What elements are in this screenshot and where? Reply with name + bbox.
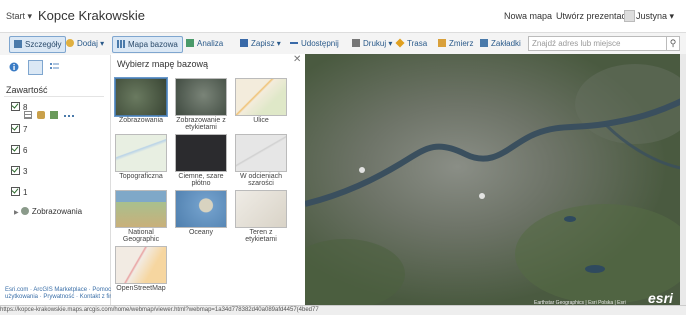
start-menu[interactable]: Start ▾ — [6, 11, 32, 22]
satellite-imagery — [305, 54, 686, 305]
user-menu[interactable]: Justyna ▾ — [636, 11, 674, 22]
footer-link[interactable]: użytkowania — [5, 294, 38, 300]
footer-link[interactable]: ArcGIS Marketplace — [33, 287, 87, 293]
basemap-thumbnail — [115, 78, 167, 116]
basemap-button[interactable]: Mapa bazowa — [112, 36, 183, 53]
basemap-thumbnail — [235, 78, 287, 116]
contents-tab-icon[interactable] — [28, 60, 43, 75]
vertical-scrollbar[interactable] — [680, 54, 686, 305]
bookmarks-icon — [480, 39, 488, 47]
details-icon — [14, 40, 22, 48]
basemap-option-topographic[interactable]: Topograficzna — [115, 134, 167, 180]
filter-icon[interactable] — [50, 111, 59, 119]
share-button[interactable]: Udostępnij — [286, 36, 343, 51]
basemap-thumbnail — [115, 190, 167, 228]
basemap-label: Ciemne, szare płótno — [178, 173, 224, 187]
footer-link[interactable]: Prywatność — [43, 294, 74, 300]
layer-checkbox[interactable] — [11, 187, 20, 196]
bookmarks-button[interactable]: Zakładki — [476, 36, 525, 51]
layer-checkbox[interactable] — [11, 124, 20, 133]
user-avatar-icon — [624, 10, 635, 22]
basemap-thumbnail — [115, 246, 167, 284]
map-title: Kopce Krakowskie — [38, 8, 145, 23]
search-icon[interactable]: ⚲ — [666, 36, 680, 51]
footer-link[interactable]: Esri.com — [5, 287, 28, 293]
measure-icon — [438, 39, 446, 47]
basemap-option-imagery-labels[interactable]: Zobrazowanie z etykietami — [175, 78, 227, 131]
basemap-label: National Geographic — [122, 229, 160, 243]
basemap-layer-icon — [20, 207, 29, 215]
basemap-label: Zobrazowania — [119, 117, 163, 124]
save-button[interactable]: Zapisz ▾ — [236, 36, 285, 51]
basemap-option-streets[interactable]: Ulice — [235, 78, 287, 124]
table-icon[interactable] — [24, 111, 32, 119]
basemap-label: Teren z etykietami — [245, 229, 277, 243]
add-icon — [66, 39, 74, 47]
layer-item[interactable]: 7 — [11, 124, 27, 134]
basemap-option-dark-gray[interactable]: Ciemne, szare płótno — [175, 134, 227, 187]
layer-checkbox[interactable] — [11, 145, 20, 154]
layer-tools — [24, 111, 77, 120]
basemap-label: W odcieniach szarości — [239, 173, 283, 187]
basemap-label: Topograficzna — [119, 173, 163, 180]
add-button[interactable]: Dodaj ▾ — [62, 36, 108, 51]
directions-button[interactable]: Trasa — [392, 36, 431, 51]
basemap-option-terrain-labels[interactable]: Teren z etykietami — [235, 190, 287, 243]
basemap-label: Ulice — [253, 117, 269, 124]
print-button[interactable]: Drukuj ▾ — [348, 36, 396, 51]
more-options-icon[interactable] — [63, 115, 74, 119]
basemap-thumbnail — [175, 190, 227, 228]
basemap-thumbnail — [175, 78, 227, 116]
layer-checkbox[interactable] — [11, 102, 20, 111]
analysis-button[interactable]: Analiza — [182, 36, 227, 51]
layer-item[interactable]: 1 — [11, 187, 27, 197]
basemap-label: Zobrazowanie z etykietami — [176, 117, 226, 131]
save-icon — [240, 39, 248, 47]
basemap-option-openstreetmap[interactable]: OpenStreetMap — [115, 246, 167, 292]
about-icon[interactable] — [9, 62, 19, 72]
basemap-option-oceans[interactable]: Oceany — [175, 190, 227, 236]
basemap-label: Oceany — [188, 229, 214, 236]
layer-item[interactable]: 6 — [11, 145, 27, 155]
footer-link[interactable]: Pomoc — [92, 287, 111, 293]
layer-checkbox[interactable] — [11, 166, 20, 175]
divider — [4, 96, 104, 97]
basemap-thumbnail — [175, 134, 227, 172]
basemap-grid-icon — [117, 40, 125, 48]
directions-icon — [395, 38, 405, 48]
basemap-layer-item[interactable]: ▶ Zobrazowania — [14, 207, 82, 216]
contents-heading: Zawartość — [6, 85, 48, 95]
basemap-label: OpenStreetMap — [116, 285, 166, 292]
basemap-option-imagery[interactable]: Zobrazowania — [115, 78, 167, 124]
layer-item[interactable]: 3 — [11, 166, 27, 176]
measure-button[interactable]: Zmierz — [434, 36, 477, 51]
basemap-thumbnail — [235, 190, 287, 228]
new-map-link[interactable]: Nowa mapa — [504, 11, 552, 21]
style-icon[interactable] — [37, 111, 46, 119]
print-icon — [352, 39, 360, 47]
basemap-thumbnail — [235, 134, 287, 172]
details-button[interactable]: Szczegóły — [9, 36, 67, 53]
basemap-thumbnail — [115, 134, 167, 172]
basemap-option-light-gray[interactable]: W odcieniach szarości — [235, 134, 287, 187]
expand-icon[interactable]: ▶ — [14, 210, 19, 216]
map-view[interactable] — [305, 54, 686, 305]
analysis-icon — [186, 39, 194, 47]
gallery-title: Wybierz mapę bazową — [117, 59, 208, 69]
create-presentation-link[interactable]: Utwórz prezentację — [556, 11, 633, 21]
search-input[interactable]: Znajdź adres lub miejsce — [528, 36, 669, 51]
basemap-option-national-geographic[interactable]: National Geographic — [115, 190, 167, 243]
legend-icon[interactable] — [50, 62, 60, 72]
close-icon[interactable]: ✕ — [293, 54, 301, 65]
esri-logo: esri — [648, 290, 673, 306]
share-icon — [290, 42, 298, 47]
